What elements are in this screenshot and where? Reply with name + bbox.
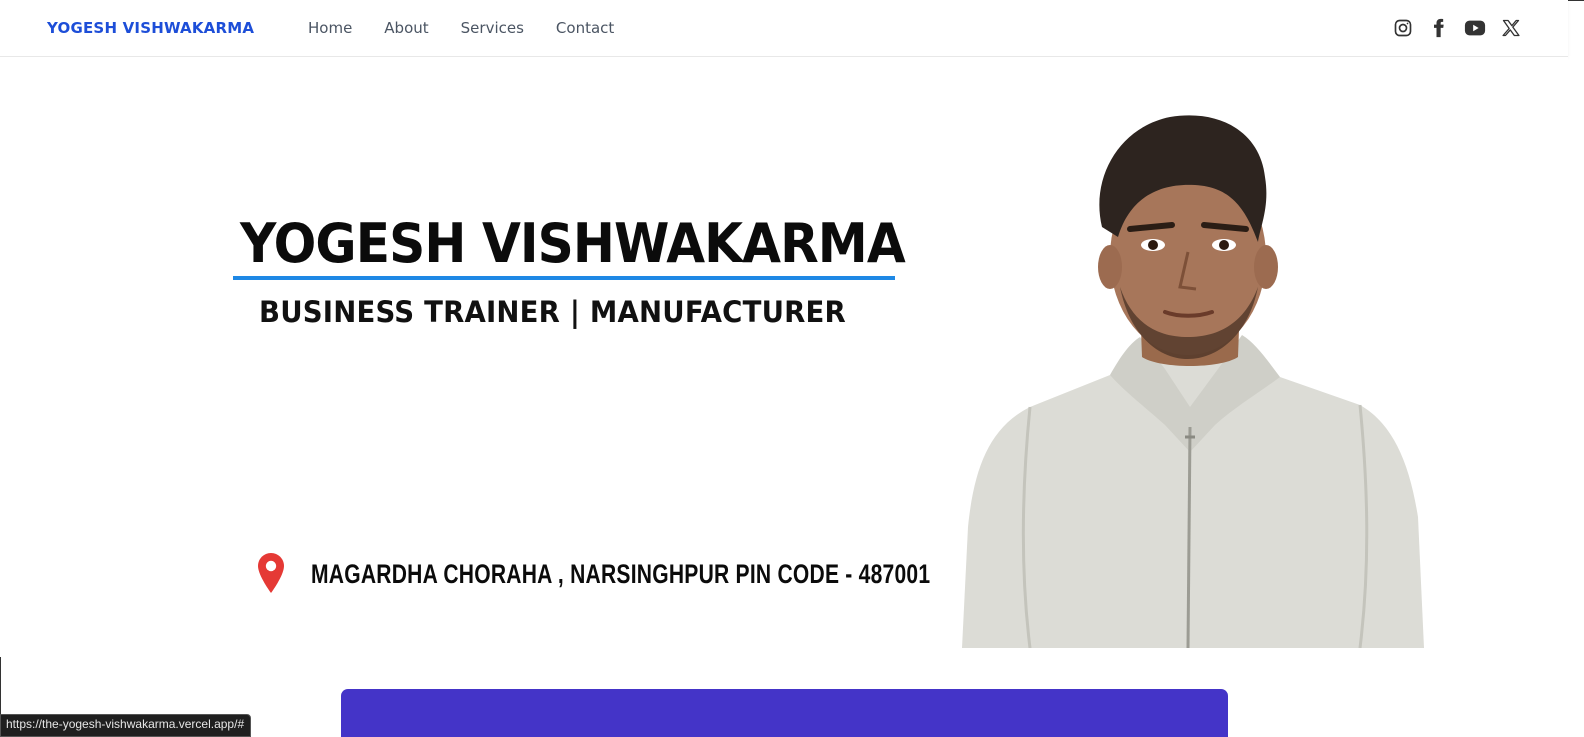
social-links	[1392, 17, 1522, 39]
nav-links: Home About Services Contact	[308, 19, 646, 37]
location-pin-icon	[256, 552, 286, 594]
nav-link-home[interactable]: Home	[308, 19, 352, 37]
x-icon[interactable]	[1500, 17, 1522, 39]
hero-name: YOGESH VISHWAKARMA	[240, 212, 906, 275]
hero-underline	[233, 276, 895, 280]
youtube-icon[interactable]	[1464, 17, 1486, 39]
status-bar-url: https://the-yogesh-vishwakarma.vercel.ap…	[0, 714, 252, 737]
instagram-icon[interactable]	[1392, 17, 1414, 39]
hero-section: YOGESH VISHWAKARMA BUSINESS TRAINER | MA…	[0, 57, 1568, 657]
services-banner	[341, 689, 1228, 737]
profile-photo	[960, 107, 1425, 649]
brand-logo[interactable]: YOGESH VISHWAKARMA	[47, 19, 254, 37]
nav-link-services[interactable]: Services	[461, 19, 524, 37]
hero-subtitle: BUSINESS TRAINER | MANUFACTURER	[259, 295, 846, 329]
nav-link-contact[interactable]: Contact	[556, 19, 614, 37]
navbar: YOGESH VISHWAKARMA Home About Services C…	[0, 0, 1568, 57]
hero-address: MAGARDHA CHORAHA , NARSINGHPUR PIN CODE …	[311, 559, 931, 589]
nav-link-about[interactable]: About	[384, 19, 428, 37]
facebook-icon[interactable]	[1428, 17, 1450, 39]
